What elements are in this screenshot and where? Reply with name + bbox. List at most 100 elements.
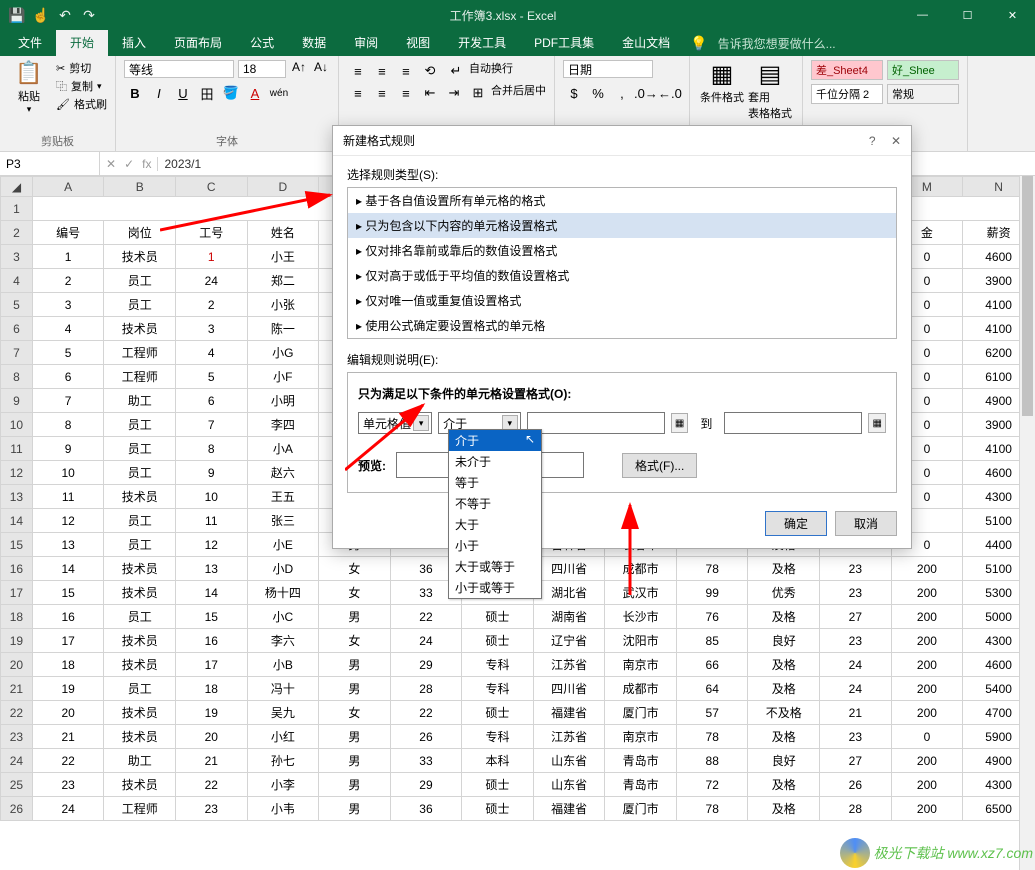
cell[interactable]: 26 xyxy=(820,773,892,797)
dropdown-option[interactable]: 等于 xyxy=(449,472,541,493)
cell[interactable]: 24 xyxy=(32,797,104,821)
cell[interactable]: 200 xyxy=(891,797,963,821)
font-name-select[interactable] xyxy=(124,60,234,78)
cell[interactable]: 2 xyxy=(32,269,104,293)
cell[interactable]: 3 xyxy=(32,293,104,317)
cell[interactable]: 赵六 xyxy=(247,461,319,485)
fx-icon[interactable]: fx xyxy=(142,157,151,171)
cell[interactable]: 硕士 xyxy=(462,701,534,725)
cell[interactable]: 及格 xyxy=(748,557,820,581)
number-format-select[interactable] xyxy=(563,60,653,78)
enter-formula-icon[interactable]: ✓ xyxy=(124,157,134,171)
cell[interactable]: 工程师 xyxy=(104,341,176,365)
col-header[interactable]: D xyxy=(247,177,319,197)
tab-insert[interactable]: 插入 xyxy=(108,30,160,56)
format-painter-button[interactable]: 🖌格式刷 xyxy=(56,96,107,112)
cell[interactable]: 28 xyxy=(820,797,892,821)
row-header[interactable]: 26 xyxy=(1,797,33,821)
row-header[interactable]: 22 xyxy=(1,701,33,725)
minimize-button[interactable]: — xyxy=(900,0,945,30)
cell[interactable]: 杨十四 xyxy=(247,581,319,605)
maximize-button[interactable]: ☐ xyxy=(945,0,990,30)
format-button[interactable]: 格式(F)... xyxy=(622,453,697,478)
currency-button[interactable]: $ xyxy=(563,83,585,105)
fill-color-button[interactable]: 🪣 xyxy=(220,82,242,104)
cell[interactable]: 张三 xyxy=(247,509,319,533)
cell[interactable]: 24 xyxy=(820,653,892,677)
cell[interactable]: 22 xyxy=(390,701,462,725)
row-header[interactable]: 5 xyxy=(1,293,33,317)
cell[interactable]: 7 xyxy=(32,389,104,413)
cell[interactable]: 21 xyxy=(820,701,892,725)
cell[interactable]: 26 xyxy=(390,725,462,749)
conditional-format-button[interactable]: ▦ 条件格式 xyxy=(698,60,746,105)
cell[interactable]: 技术员 xyxy=(104,629,176,653)
dropdown-option[interactable]: 小于 xyxy=(449,535,541,556)
row-header[interactable]: 11 xyxy=(1,437,33,461)
range-picker-icon[interactable]: ▦ xyxy=(671,413,689,433)
cell[interactable]: 硕士 xyxy=(462,605,534,629)
cell[interactable]: 女 xyxy=(319,701,391,725)
cell[interactable]: 工程师 xyxy=(104,365,176,389)
cell[interactable]: 21 xyxy=(32,725,104,749)
cell[interactable]: 200 xyxy=(891,581,963,605)
cell[interactable]: 男 xyxy=(319,725,391,749)
orientation-button[interactable]: ⟲ xyxy=(419,60,441,82)
cell[interactable]: 小韦 xyxy=(247,797,319,821)
tab-pdf[interactable]: PDF工具集 xyxy=(520,30,608,56)
tab-formula[interactable]: 公式 xyxy=(236,30,288,56)
font-size-select[interactable] xyxy=(238,60,286,78)
cell[interactable]: 72 xyxy=(676,773,748,797)
cell[interactable]: 66 xyxy=(676,653,748,677)
cell[interactable]: 男 xyxy=(319,797,391,821)
cell[interactable]: 小A xyxy=(247,437,319,461)
cell[interactable]: 助工 xyxy=(104,389,176,413)
cell[interactable]: 吴九 xyxy=(247,701,319,725)
cell[interactable]: 27 xyxy=(820,605,892,629)
align-left-button[interactable]: ≡ xyxy=(347,82,369,104)
col-header[interactable]: B xyxy=(104,177,176,197)
cell[interactable]: 技术员 xyxy=(104,581,176,605)
cell[interactable]: 23 xyxy=(820,725,892,749)
cell[interactable]: 员工 xyxy=(104,269,176,293)
cell[interactable]: 200 xyxy=(891,773,963,797)
row-header[interactable]: 23 xyxy=(1,725,33,749)
cell[interactable]: 6 xyxy=(32,365,104,389)
copy-button[interactable]: ⿻复制▾ xyxy=(56,78,107,94)
operator-dropdown-list[interactable]: 介于↖ 未介于 等于 不等于 大于 小于 大于或等于 小于或等于 xyxy=(448,429,542,599)
cell[interactable]: 200 xyxy=(891,605,963,629)
cell[interactable]: 23 xyxy=(820,557,892,581)
cell[interactable]: 南京市 xyxy=(605,725,677,749)
cell[interactable]: 湖南省 xyxy=(533,605,605,629)
cell[interactable]: 良好 xyxy=(748,749,820,773)
help-button[interactable]: ? xyxy=(869,134,876,148)
cell[interactable]: 江苏省 xyxy=(533,653,605,677)
row-header[interactable]: 4 xyxy=(1,269,33,293)
cell[interactable]: 36 xyxy=(390,797,462,821)
cell[interactable]: 及格 xyxy=(748,773,820,797)
cell[interactable]: 男 xyxy=(319,677,391,701)
style-normal[interactable]: 常规 xyxy=(887,84,959,104)
font-color-button[interactable]: A xyxy=(244,82,266,104)
row-header[interactable]: 13 xyxy=(1,485,33,509)
cell[interactable]: 2 xyxy=(175,293,247,317)
redo-icon[interactable]: ↷ xyxy=(78,4,100,26)
cell[interactable]: 12 xyxy=(175,533,247,557)
merge-button[interactable]: ⊞ xyxy=(467,82,489,104)
tab-home[interactable]: 开始 xyxy=(56,30,108,56)
rule-item[interactable]: ▸ 仅对唯一值或重复值设置格式 xyxy=(348,288,896,313)
cell[interactable]: 小C xyxy=(247,605,319,629)
row-header[interactable]: 1 xyxy=(1,197,33,221)
cell[interactable]: 青岛市 xyxy=(605,773,677,797)
cell[interactable]: 7 xyxy=(175,413,247,437)
cell[interactable]: 78 xyxy=(676,725,748,749)
dropdown-option[interactable]: 介于↖ xyxy=(449,430,541,451)
cell[interactable]: 27 xyxy=(820,749,892,773)
col-header[interactable]: C xyxy=(175,177,247,197)
cell[interactable]: 岗位 xyxy=(104,221,176,245)
align-middle-button[interactable]: ≡ xyxy=(371,60,393,82)
cell[interactable]: 小红 xyxy=(247,725,319,749)
rule-item[interactable]: ▸ 只为包含以下内容的单元格设置格式 xyxy=(348,213,896,238)
tab-data[interactable]: 数据 xyxy=(288,30,340,56)
indent-inc-button[interactable]: ⇥ xyxy=(443,82,465,104)
